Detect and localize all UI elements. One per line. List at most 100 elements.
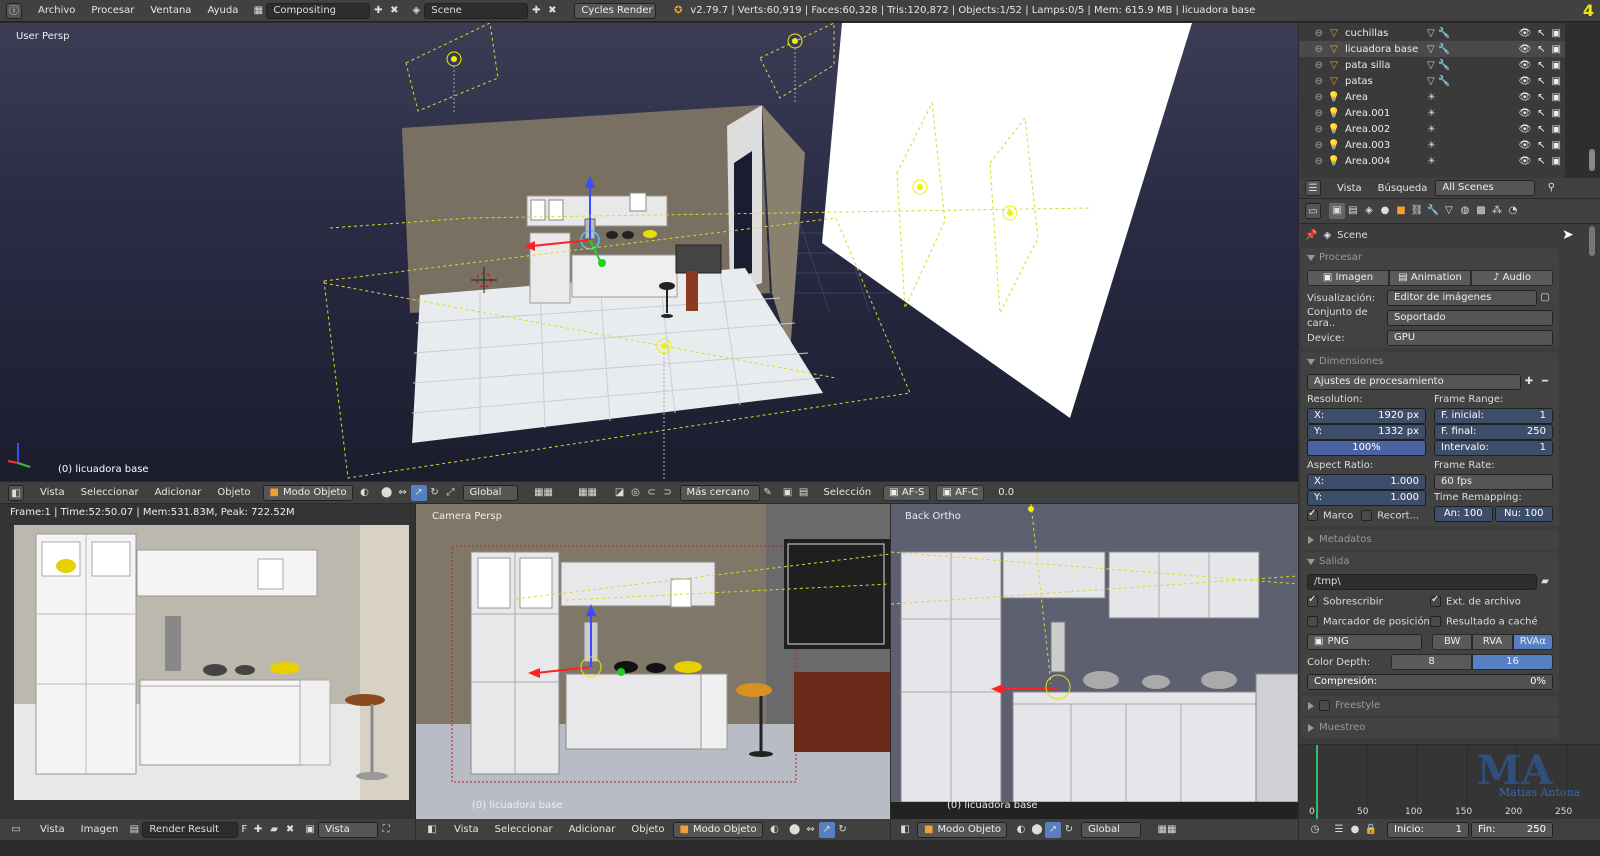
magnet-icon[interactable]: ⊃ <box>660 485 676 501</box>
render-animation-button[interactable]: ▤ Animation <box>1389 270 1471 286</box>
device-select[interactable]: GPU <box>1387 330 1553 346</box>
outliner-row[interactable]: ⊖ ▽ pata silla ▽ 🔧 👁 ↖ ▣ <box>1299 57 1565 73</box>
depth-16-button[interactable]: 16 <box>1472 654 1553 670</box>
outliner-row[interactable]: ⊖ 💡 Área.002 ☀ 👁 ↖ ▣ <box>1299 121 1565 137</box>
render-camera-icon[interactable]: ▣ <box>1552 44 1561 55</box>
snap-align-icon[interactable]: ✎ <box>760 485 776 501</box>
modifier-tab-icon[interactable]: 🔧 <box>1425 203 1441 219</box>
snap-target-select[interactable]: Más cercano <box>679 484 760 501</box>
render-engine-select[interactable]: Cycles Render <box>574 2 657 19</box>
cam-mode-select[interactable]: ■ Modo Objeto <box>672 821 763 838</box>
rotate-icon[interactable]: ↻ <box>427 485 443 501</box>
af-s-button[interactable]: ▣ AF-S <box>883 484 931 501</box>
physics-tab-icon[interactable]: ◔ <box>1505 203 1521 219</box>
props-scroll-area[interactable]: ➤ <box>1561 224 1600 744</box>
outliner-item-name[interactable]: Área.002 <box>1345 124 1427 135</box>
render-view-select[interactable]: Vista <box>318 821 379 838</box>
texture-tab-icon[interactable]: ▩ <box>1473 203 1489 219</box>
cam-rotate-icon[interactable]: ↻ <box>835 822 851 838</box>
output-path-field[interactable]: /tmp\ <box>1307 574 1537 590</box>
outliner-menu-busqueda[interactable]: Búsqueda <box>1370 183 1436 194</box>
cam-translate-icon[interactable]: ↗ <box>818 821 835 838</box>
outliner-item-name[interactable]: cuchillas <box>1345 28 1427 39</box>
mode-select[interactable]: ■ Modo Objeto <box>262 484 353 501</box>
resolution-percent-field[interactable]: 100% <box>1307 440 1426 456</box>
outliner-menu-vista[interactable]: Vista <box>1329 183 1370 194</box>
back-mode-select[interactable]: ■ Modo Objeto <box>917 821 1007 838</box>
back-shading-icon[interactable]: ◐ <box>1013 822 1029 838</box>
back-translate-icon[interactable]: ↗ <box>1045 821 1061 838</box>
aspect-x-field[interactable]: X: 1.000 <box>1307 474 1426 490</box>
remap-new-field[interactable]: Nu: 100 <box>1494 506 1553 522</box>
pivot-icon[interactable]: ⬤ <box>379 485 395 501</box>
outliner-search-icon[interactable]: ⚲ <box>1543 180 1559 196</box>
cam-shading-icon[interactable]: ◐ <box>767 822 783 838</box>
back-ortho-view[interactable]: Back Ortho (0) licuadora base <box>891 504 1298 819</box>
color-rgb-button[interactable]: RVA <box>1472 634 1513 650</box>
menu-ventana[interactable]: Ventana <box>142 5 199 16</box>
main-viewport[interactable]: User Persp (0) licuadora base <box>0 23 1298 481</box>
object-tab-icon[interactable]: ■ <box>1393 203 1409 219</box>
selectable-arrow-icon[interactable]: ↖ <box>1537 60 1545 71</box>
visibility-eye-icon[interactable]: 👁 <box>1518 108 1531 119</box>
outliner[interactable]: ⊖ ▽ cuchillas ▽ 🔧 👁 ↖ ▣ ⊖ ▽ licuadora base ▽ 🔧 👁 ↖ ▣ ⊖… <box>1299 23 1565 178</box>
frame-start-field[interactable]: F. inicial: 1 <box>1434 408 1553 424</box>
freestyle-header[interactable]: Freestyle <box>1301 696 1559 716</box>
back-layers-icon[interactable]: ▦▦ <box>1147 822 1187 838</box>
outliner-item-name[interactable]: Área <box>1345 92 1427 103</box>
scale-icon[interactable]: ⤢ <box>443 485 459 501</box>
cam-pivot-icon[interactable]: ⬤ <box>787 822 803 838</box>
menu-objeto[interactable]: Objeto <box>209 487 258 498</box>
render-result-view[interactable]: Frame:1 | Time:52:50.07 | Mem:531.83M, P… <box>0 504 415 819</box>
cam-editor-icon[interactable]: ◧ <box>424 822 440 838</box>
manipulator-icon[interactable]: ⇔ <box>395 485 411 501</box>
outliner-row[interactable]: ⊖ 💡 Área ☀ 👁 ↖ ▣ <box>1299 89 1565 105</box>
render-camera-icon[interactable]: ▣ <box>1552 140 1561 151</box>
proportional-icon[interactable]: ◎ <box>628 485 644 501</box>
outliner-item-name[interactable]: Área.003 <box>1345 140 1427 151</box>
outliner-item-name[interactable]: patas <box>1345 76 1427 87</box>
expand-toggle-icon[interactable]: ⊖ <box>1299 44 1327 55</box>
outliner-item-name[interactable]: licuadora base <box>1345 44 1427 55</box>
props-editor-icon[interactable]: ▭ <box>1305 203 1321 219</box>
expand-toggle-icon[interactable]: ⊖ <box>1299 108 1327 119</box>
shading-icon[interactable]: ◐ <box>357 485 373 501</box>
unlink-image-icon[interactable]: ✖ <box>282 822 298 838</box>
depth-8-button[interactable]: 8 <box>1391 654 1472 670</box>
cam-manipulator-icon[interactable]: ⇔ <box>803 822 819 838</box>
back-orientation-select[interactable]: Global <box>1081 821 1141 838</box>
scene-field[interactable]: Scene <box>424 2 529 19</box>
marco-checkbox[interactable]: Marco <box>1307 508 1353 522</box>
resolution-y-field[interactable]: Y: 1332 px <box>1307 424 1426 440</box>
file-ext-checkbox[interactable]: Ext. de archivo <box>1430 594 1553 608</box>
outliner-row[interactable]: ⊖ 💡 Área.004 ☀ 👁 ↖ ▣ <box>1299 153 1565 169</box>
color-rgba-button[interactable]: RVAα <box>1512 634 1553 650</box>
aspect-y-field[interactable]: Y: 1.000 <box>1307 490 1426 506</box>
frame-step-field[interactable]: Intervalo: 1 <box>1434 440 1553 456</box>
cam-menu-seleccionar[interactable]: Seleccionar <box>487 824 561 835</box>
outliner-item-name[interactable]: Área.001 <box>1345 108 1427 119</box>
material-tab-icon[interactable]: ◍ <box>1457 203 1473 219</box>
expand-toggle-icon[interactable]: ⊖ <box>1299 92 1327 103</box>
image-browse-icon[interactable]: ▤ <box>126 822 142 838</box>
expand-toggle-icon[interactable]: ⊖ <box>1299 76 1327 87</box>
outliner-row[interactable]: ⊖ 💡 Área.001 ☀ 👁 ↖ ▣ <box>1299 105 1565 121</box>
placeholder-checkbox[interactable]: Marcador de posición <box>1307 616 1430 628</box>
cache-result-checkbox[interactable]: Resultado a caché <box>1430 616 1553 628</box>
color-bw-button[interactable]: BW <box>1432 634 1473 650</box>
image-editor-icon[interactable]: ▭ <box>8 822 24 838</box>
expand-toggle-icon[interactable]: ⊖ <box>1299 156 1327 167</box>
render-camera-icon[interactable]: ▣ <box>1552 60 1561 71</box>
scene-icon[interactable]: ◈ <box>408 3 424 19</box>
expand-toggle-icon[interactable]: ⊖ <box>1299 140 1327 151</box>
outliner-item-name[interactable]: pata silla <box>1345 60 1427 71</box>
new-image-icon[interactable]: ✚ <box>250 822 266 838</box>
end-frame-field[interactable]: Fin: 250 <box>1471 821 1553 838</box>
screen-layout-field[interactable]: Compositing <box>266 2 371 19</box>
timeline-lock-icon[interactable]: 🔒 <box>1363 822 1379 838</box>
render-camera-icon[interactable]: ▣ <box>1552 124 1561 135</box>
view-all-icon[interactable]: ⛶ <box>378 822 394 838</box>
render-camera-icon[interactable]: ▣ <box>1552 156 1561 167</box>
outliner-filter-select[interactable]: All Scenes <box>1435 180 1536 196</box>
salida-header[interactable]: Salida <box>1301 552 1559 572</box>
